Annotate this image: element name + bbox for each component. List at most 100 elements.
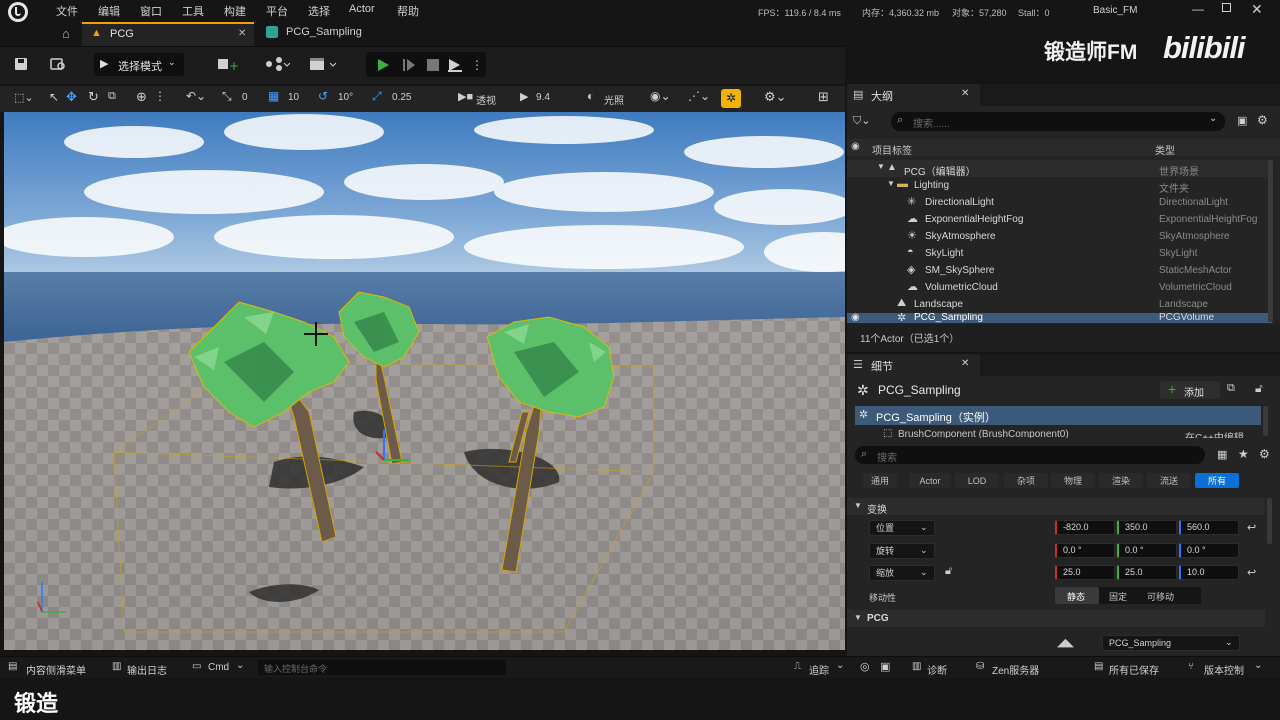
content-drawer-button[interactable]: 内容侧滑菜单 [26, 662, 86, 677]
outliner-row[interactable]: ✳ DirectionalLight DirectionalLight [847, 194, 1272, 211]
cinematics-icon[interactable] [306, 55, 338, 73]
outliner-row-selected[interactable]: ◉ ✲ PCG_Sampling PCGVolume [847, 313, 1272, 323]
favorites-star-icon[interactable]: ★ [1238, 447, 1249, 461]
rotation-z-field[interactable]: 0.0 ° [1179, 543, 1239, 558]
menu-platform[interactable]: 平台 [266, 3, 288, 19]
realtime-toggle-icon[interactable]: ✲ [721, 89, 741, 108]
stop-button[interactable] [424, 56, 442, 74]
outliner-row[interactable]: ⛰ Landscape Landscape [847, 296, 1272, 313]
angle-snap-value[interactable]: 10° [338, 92, 353, 103]
pcg-graph-dropdown[interactable]: PCG_Sampling ⌄ [1102, 635, 1240, 651]
browse-icon[interactable] [48, 55, 68, 73]
filter-streaming[interactable]: 流送 [1147, 473, 1191, 488]
grid-snap-value[interactable]: 10 [288, 92, 299, 103]
close-tab-icon[interactable]: ✕ [238, 28, 246, 39]
component-scrollbar[interactable] [1263, 406, 1268, 436]
filter-general[interactable]: 通用 [863, 473, 897, 488]
more-icon[interactable]: ⋮ [154, 89, 166, 103]
lighting-icon[interactable]: ◐ [587, 89, 594, 103]
layout-icon[interactable]: ⊞ [818, 89, 829, 105]
rot-snap-icon[interactable]: ⤡ [222, 89, 232, 104]
details-tab[interactable]: ☰ 细节 ✕ [847, 354, 980, 376]
lock-icon[interactable]: 🔓︎ [1255, 381, 1263, 396]
select-mode-dropdown[interactable]: ▶ 选择模式 ⌄ [94, 53, 184, 76]
output-log-button[interactable]: 输出日志 [127, 662, 167, 677]
add-folder-icon[interactable]: ▣ [1237, 114, 1247, 127]
visibility-icon[interactable]: ◉ [851, 141, 860, 152]
reset-scale-icon[interactable]: ↩ [1247, 566, 1256, 579]
location-y-field[interactable]: 350.0 [1117, 520, 1177, 535]
filter-actor[interactable]: Actor [909, 473, 951, 488]
zen-server-button[interactable]: Zen服务器 [992, 662, 1039, 677]
mobility-stationary[interactable]: 固定 [1109, 590, 1127, 603]
save-icon[interactable] [12, 55, 30, 73]
world-space-icon[interactable]: ⊕ [136, 89, 147, 105]
menu-edit[interactable]: 编辑 [98, 3, 120, 19]
performance-icon[interactable]: ⋰⌄ [688, 89, 710, 103]
scale-tool-icon[interactable]: ⧉ [108, 90, 116, 103]
filter-lod[interactable]: LOD [955, 473, 999, 488]
settings-icon[interactable]: ⚙⌄ [764, 89, 787, 105]
menu-tools[interactable]: 工具 [182, 3, 204, 19]
all-saved-button[interactable]: 所有已保存 [1109, 662, 1159, 677]
add-content-icon[interactable]: + [214, 55, 244, 73]
menu-select[interactable]: 选择 [308, 3, 330, 19]
outliner-row[interactable]: ☁ ExponentialHeightFog ExponentialHeight… [847, 211, 1272, 228]
details-search[interactable]: ⌕ 搜索 [855, 446, 1205, 464]
blueprint-icon[interactable]: ⧉ [1227, 382, 1235, 395]
viewport-options-icon[interactable]: ⬚⌄ [14, 91, 34, 104]
scale-y-field[interactable]: 25.0 [1117, 565, 1177, 580]
screenshot-icon[interactable]: ▣ [880, 660, 890, 673]
step-button[interactable] [400, 56, 418, 74]
mobility-static[interactable]: 静态 [1055, 587, 1099, 604]
menu-actor[interactable]: Actor [349, 3, 375, 15]
cmd-dropdown[interactable]: Cmd [208, 662, 229, 673]
filter-rendering[interactable]: 渲染 [1099, 473, 1143, 488]
scale-dropdown[interactable]: 缩放 ⌄ [869, 565, 935, 581]
property-matrix-icon[interactable]: ▦ [1217, 448, 1227, 461]
location-z-field[interactable]: 560.0 [1179, 520, 1239, 535]
camera-speed-value[interactable]: 9.4 [536, 92, 550, 103]
transform-section-header[interactable]: ▼ 变换 [847, 498, 1265, 516]
filter-icon[interactable]: ⛉⌄ [853, 114, 870, 128]
rotation-x-field[interactable]: 0.0 ° [1055, 543, 1115, 558]
outliner-row[interactable]: ☀ SkyAtmosphere SkyAtmosphere [847, 228, 1272, 245]
details-scrollbar[interactable] [1267, 498, 1272, 544]
menu-build[interactable]: 构建 [224, 3, 246, 19]
console-input[interactable]: 输入控制台命令 [258, 660, 506, 675]
col-label-header[interactable]: 项目标签 [872, 142, 912, 157]
component-instance-row[interactable]: ✲ PCG_Sampling（实例） [855, 406, 1261, 425]
menu-window[interactable]: 窗口 [140, 3, 162, 19]
scale-snap-value[interactable]: 0.25 [392, 92, 411, 103]
actor-name[interactable]: PCG_Sampling [878, 383, 961, 397]
scale-x-field[interactable]: 25.0 [1055, 565, 1115, 580]
angle-snap-icon[interactable]: ↺ [318, 89, 328, 103]
blueprint-icon[interactable] [262, 55, 292, 73]
add-component-button[interactable]: + 添加 [1160, 381, 1220, 399]
level-viewport[interactable] [4, 112, 845, 650]
filter-physics[interactable]: 物理 [1051, 473, 1095, 488]
col-type-header[interactable]: 类型 [1155, 142, 1175, 157]
outliner-search[interactable]: ⌕ 搜索...... ⌄ [891, 112, 1225, 131]
menu-file[interactable]: 文件 [56, 3, 78, 19]
scale-z-field[interactable]: 10.0 [1179, 565, 1239, 580]
scale-lock-icon[interactable]: 🔓︎ [945, 565, 952, 578]
play-button[interactable] [374, 56, 392, 74]
lighting-label[interactable]: 光照 [604, 92, 624, 107]
mobility-movable[interactable]: 可移动 [1147, 590, 1174, 603]
menu-help[interactable]: 帮助 [397, 3, 419, 19]
view-mode-label[interactable]: 透视 [476, 92, 496, 107]
tab-pcg-sampling[interactable]: PCG_Sampling [258, 22, 438, 46]
record-icon[interactable]: ◎ [860, 660, 870, 673]
location-dropdown[interactable]: 位置 ⌄ [869, 520, 935, 536]
visibility-icon[interactable]: ◉ [851, 313, 860, 323]
outliner-row[interactable]: ◓ SkyLight SkyLight [847, 245, 1272, 262]
settings-icon[interactable]: ⚙ [1259, 447, 1270, 461]
filter-misc[interactable]: 杂项 [1004, 473, 1048, 488]
pcg-section-header[interactable]: ▼ PCG [847, 610, 1265, 627]
outliner-tab[interactable]: ▤ 大纲 ✕ [847, 84, 980, 106]
rotation-dropdown[interactable]: 旋转 ⌄ [869, 543, 935, 559]
outliner-scrollbar[interactable] [1268, 160, 1273, 322]
source-control-button[interactable]: 版本控制 [1204, 662, 1244, 677]
rot-snap-value[interactable]: 0 [242, 92, 248, 103]
